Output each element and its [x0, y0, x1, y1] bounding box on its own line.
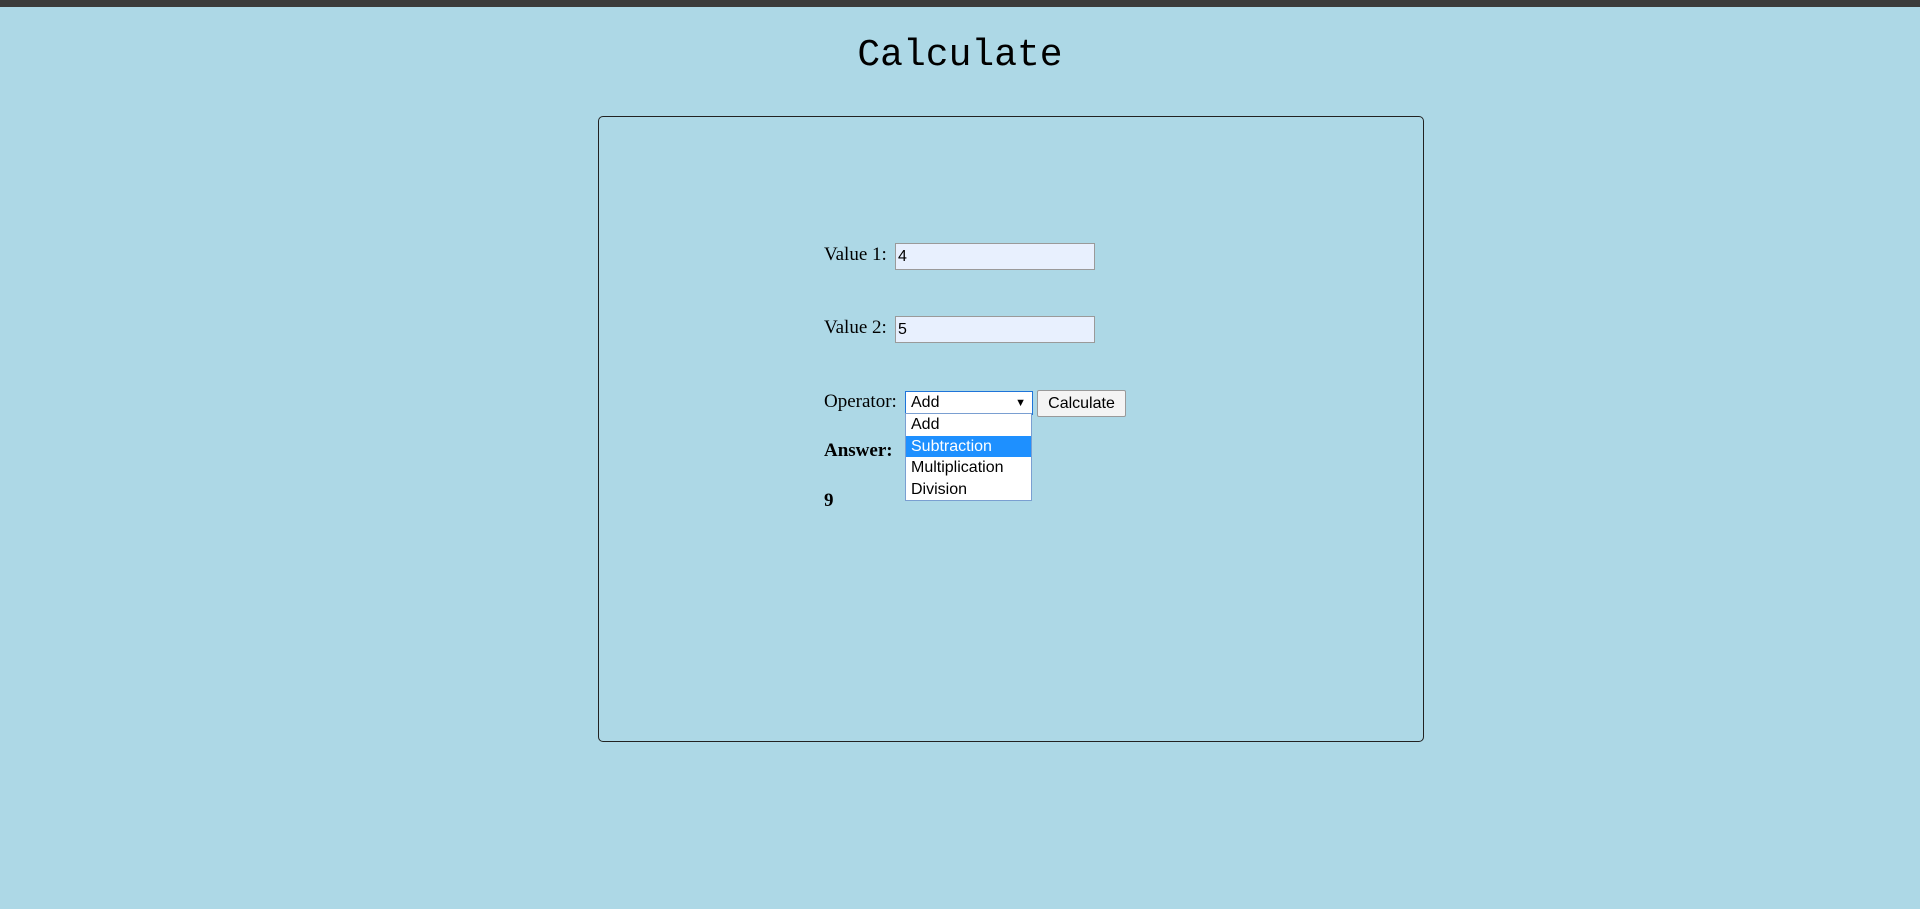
operator-dropdown-list: Add Subtraction Multiplication Division: [905, 413, 1032, 501]
operator-select[interactable]: Add ▼: [905, 391, 1033, 415]
value1-label: Value 1:: [824, 244, 887, 265]
value2-input[interactable]: 5: [895, 316, 1095, 343]
page-title: Calculate: [857, 34, 1063, 77]
value2-label: Value 2:: [824, 317, 887, 338]
answer-value: 9: [824, 490, 834, 511]
option-multiplication[interactable]: Multiplication: [906, 457, 1031, 479]
answer-label: Answer:: [824, 440, 893, 461]
operator-label: Operator:: [824, 391, 897, 412]
calculate-button[interactable]: Calculate: [1037, 390, 1126, 417]
option-add[interactable]: Add: [906, 414, 1031, 436]
option-subtraction[interactable]: Subtraction: [906, 435, 1031, 457]
option-division[interactable]: Division: [906, 479, 1031, 501]
value1-input[interactable]: 4: [895, 243, 1095, 270]
chevron-down-icon: ▼: [1015, 397, 1026, 409]
operator-selected-value: Add: [911, 394, 940, 411]
browser-top-strip: [0, 0, 1920, 7]
